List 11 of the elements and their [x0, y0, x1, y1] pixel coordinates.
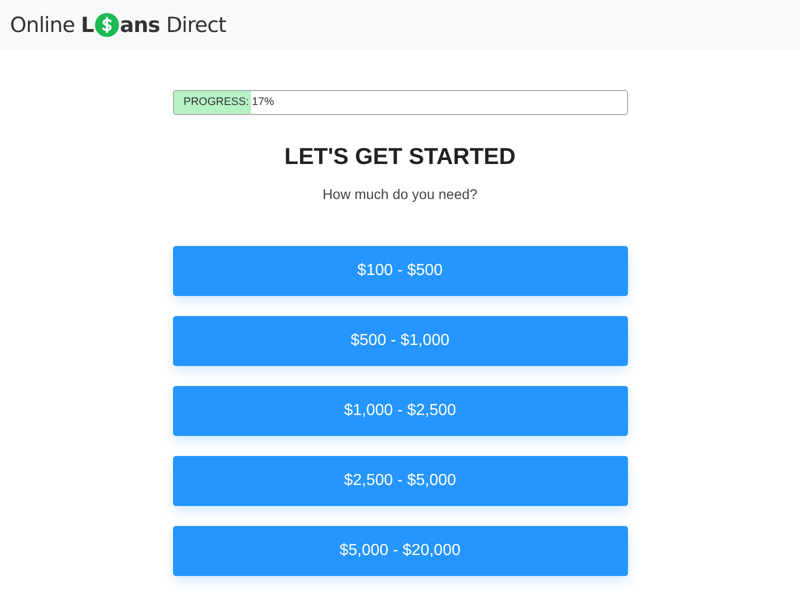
amount-option-button[interactable]: $100 - $500 [172, 246, 628, 296]
amount-option-button[interactable]: $2,500 - $5,000 [172, 456, 628, 506]
logo-text: Online L [10, 13, 94, 37]
question-text: How much do you need? [322, 186, 478, 202]
logo-text: ans Direct [120, 13, 226, 37]
amount-option-button[interactable]: $500 - $1,000 [172, 316, 628, 366]
dollar-coin-icon [94, 13, 119, 37]
progress-label: PROGRESS: 17% [184, 96, 274, 108]
amount-option-button[interactable]: $5,000 - $20,000 [172, 526, 628, 576]
page-heading: LET'S GET STARTED [283, 143, 517, 170]
amount-option-button[interactable]: $1,000 - $2,500 [172, 386, 628, 436]
